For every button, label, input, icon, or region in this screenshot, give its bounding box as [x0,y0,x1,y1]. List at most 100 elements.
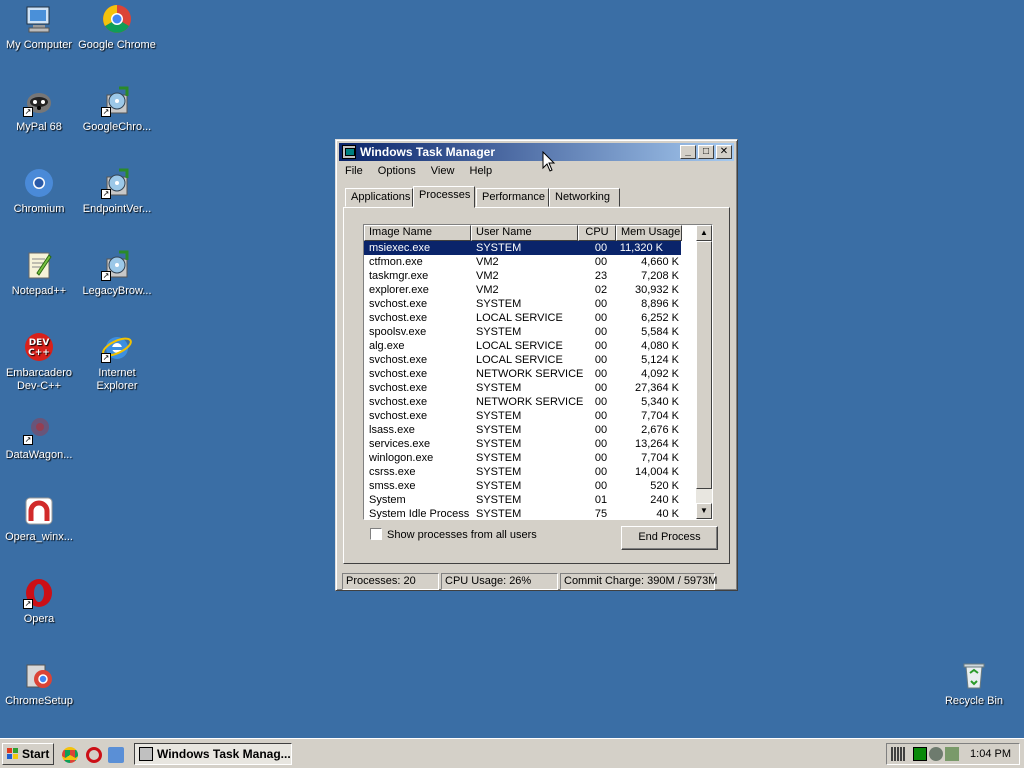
desktop-icon-recycle-bin[interactable]: Recycle Bin [935,659,1013,708]
opera-quicklaunch-icon[interactable] [86,747,102,763]
desktop-icon-opera-installer[interactable]: Opera_winx... [0,495,78,544]
tab-performance[interactable]: Performance [476,188,549,207]
show-all-users-checkbox[interactable] [370,528,382,540]
end-process-button[interactable]: End Process [621,526,718,550]
process-list[interactable]: Image Name User Name CPU Mem Usage msiex… [363,224,713,520]
table-row[interactable]: svchost.exe SYSTEM 00 8,896 K [364,297,697,311]
show-all-users-option[interactable]: Show processes from all users [370,528,537,541]
desktop-icon-internet-explorer[interactable]: ↗ Internet Explorer [78,331,156,393]
desktop-icon-notepad-plus-plus[interactable]: Notepad++ [0,249,78,298]
status-processes: Processes: 20 [342,573,439,590]
table-row[interactable]: spoolsv.exe SYSTEM 00 5,584 K [364,325,697,339]
process-user: SYSTEM [476,424,522,436]
tab-networking[interactable]: Networking [549,188,620,207]
desktop-icon-datawagon[interactable]: ↗ DataWagon... [0,413,78,462]
scroll-thumb[interactable] [696,241,712,489]
desktop-icon-installer[interactable]: ↗ LegacyBrow... [78,249,156,298]
table-row[interactable]: System SYSTEM 01 240 K [364,493,697,507]
process-name: winlogon.exe [369,452,434,464]
datawagon-icon: ↗ [23,413,55,445]
show-desktop-quicklaunch-icon[interactable] [108,747,124,763]
recycle-bin-icon [958,659,990,691]
process-cpu: 00 [594,424,608,436]
desktop-icon-chrome[interactable]: Google Chrome [78,3,156,52]
table-row[interactable]: explorer.exe VM2 02 30,932 K [364,283,697,297]
col-cpu[interactable]: CPU [578,225,616,241]
process-name: ctfmon.exe [369,256,423,268]
tab-applications[interactable]: Applications [345,188,413,207]
shortcut-arrow-icon: ↗ [101,189,111,199]
process-mem: 2,676 K [641,424,679,436]
process-name: csrss.exe [369,466,416,478]
task-manager-cpu-tray-icon[interactable] [913,747,927,761]
table-row[interactable]: lsass.exe SYSTEM 00 2,676 K [364,423,697,437]
desktop-icon-my-computer[interactable]: My Computer [0,3,78,52]
col-user-name[interactable]: User Name [471,225,578,241]
desktop-icon-opera[interactable]: ↗ Opera [0,577,78,626]
window-title: Windows Task Manager [360,145,496,159]
process-name: svchost.exe [369,382,428,394]
chrome-quicklaunch-icon[interactable] [62,747,78,763]
process-mem: 4,092 K [641,368,679,380]
close-button[interactable]: ✕ [716,145,732,159]
table-row[interactable]: smss.exe SYSTEM 00 520 K [364,479,697,493]
table-row[interactable]: System Idle Process SYSTEM 75 40 K [364,507,697,520]
desktop-icon-label: Chromium [13,203,65,215]
desktop-icon-chromium[interactable]: Chromium [0,167,78,216]
process-mem: 8,896 K [641,298,679,310]
keyboard-tray-icon[interactable] [891,747,905,761]
tab-processes[interactable]: Processes [413,186,475,208]
desktop-icon-label: Recycle Bin [944,695,1004,707]
maximize-button[interactable]: □ [698,145,714,159]
minimize-button[interactable]: _ [680,145,696,159]
table-row[interactable]: ctfmon.exe VM2 00 4,660 K [364,255,697,269]
menu-file[interactable]: File [339,162,369,180]
title-bar[interactable]: Windows Task Manager _ □ ✕ [339,143,734,161]
desktop-icon-chrome-setup[interactable]: ChromeSetup [0,659,78,708]
table-row[interactable]: winlogon.exe SYSTEM 00 7,704 K [364,451,697,465]
menu-options[interactable]: Options [372,162,422,180]
shortcut-arrow-icon: ↗ [101,107,111,117]
process-user: VM2 [476,256,499,268]
list-scrollbar[interactable]: ▲ ▼ [696,225,712,519]
table-row[interactable]: msiexec.exe SYSTEM 00 11,320 K [364,241,681,255]
table-row[interactable]: svchost.exe LOCAL SERVICE 00 5,124 K [364,353,697,367]
process-cpu: 02 [594,284,608,296]
desktop-icon-installer[interactable]: ↗ GoogleChro... [78,85,156,134]
col-image-name[interactable]: Image Name [364,225,471,241]
menu-help[interactable]: Help [464,162,499,180]
start-button[interactable]: Start [2,743,54,765]
table-row[interactable]: svchost.exe LOCAL SERVICE 00 6,252 K [364,311,697,325]
process-user: LOCAL SERVICE [476,312,563,324]
network-tray-icon[interactable] [929,747,943,761]
col-mem-usage[interactable]: Mem Usage [616,225,682,241]
process-name: services.exe [369,438,431,450]
process-mem: 5,124 K [641,354,679,366]
table-row[interactable]: taskmgr.exe VM2 23 7,208 K [364,269,697,283]
table-row[interactable]: alg.exe LOCAL SERVICE 00 4,080 K [364,339,697,353]
menu-view[interactable]: View [425,162,461,180]
table-row[interactable]: svchost.exe NETWORK SERVICE 00 4,092 K [364,367,697,381]
process-user: NETWORK SERVICE [476,368,584,380]
process-cpu: 00 [594,312,608,324]
process-cpu: 00 [594,298,608,310]
opera-installer-icon [23,495,55,527]
task-manager-window[interactable]: Windows Task Manager _ □ ✕ File Options … [335,139,738,591]
process-user: LOCAL SERVICE [476,354,563,366]
desktop-icon-dev-cpp[interactable]: DEV C++ Embarcadero Dev-C++ [0,331,78,393]
my-computer-icon [23,3,55,35]
process-cpu: 75 [594,508,608,520]
table-row[interactable]: csrss.exe SYSTEM 00 14,004 K [364,465,697,479]
table-row[interactable]: services.exe SYSTEM 00 13,264 K [364,437,697,451]
desktop-icon-mypal[interactable]: ↗ MyPal 68 [0,85,78,134]
scroll-up-button[interactable]: ▲ [696,225,712,241]
table-row[interactable]: svchost.exe SYSTEM 00 27,364 K [364,381,697,395]
status-cpu-usage: CPU Usage: 26% [441,573,558,590]
table-row[interactable]: svchost.exe SYSTEM 00 7,704 K [364,409,697,423]
taskbar-task-manager-button[interactable]: Windows Task Manag... [134,743,292,765]
chrome-setup-icon [23,659,55,691]
installer-tray-icon[interactable] [945,747,959,761]
desktop-icon-installer[interactable]: ↗ EndpointVer... [78,167,156,216]
scroll-down-button[interactable]: ▼ [696,503,712,519]
table-row[interactable]: svchost.exe NETWORK SERVICE 00 5,340 K [364,395,697,409]
